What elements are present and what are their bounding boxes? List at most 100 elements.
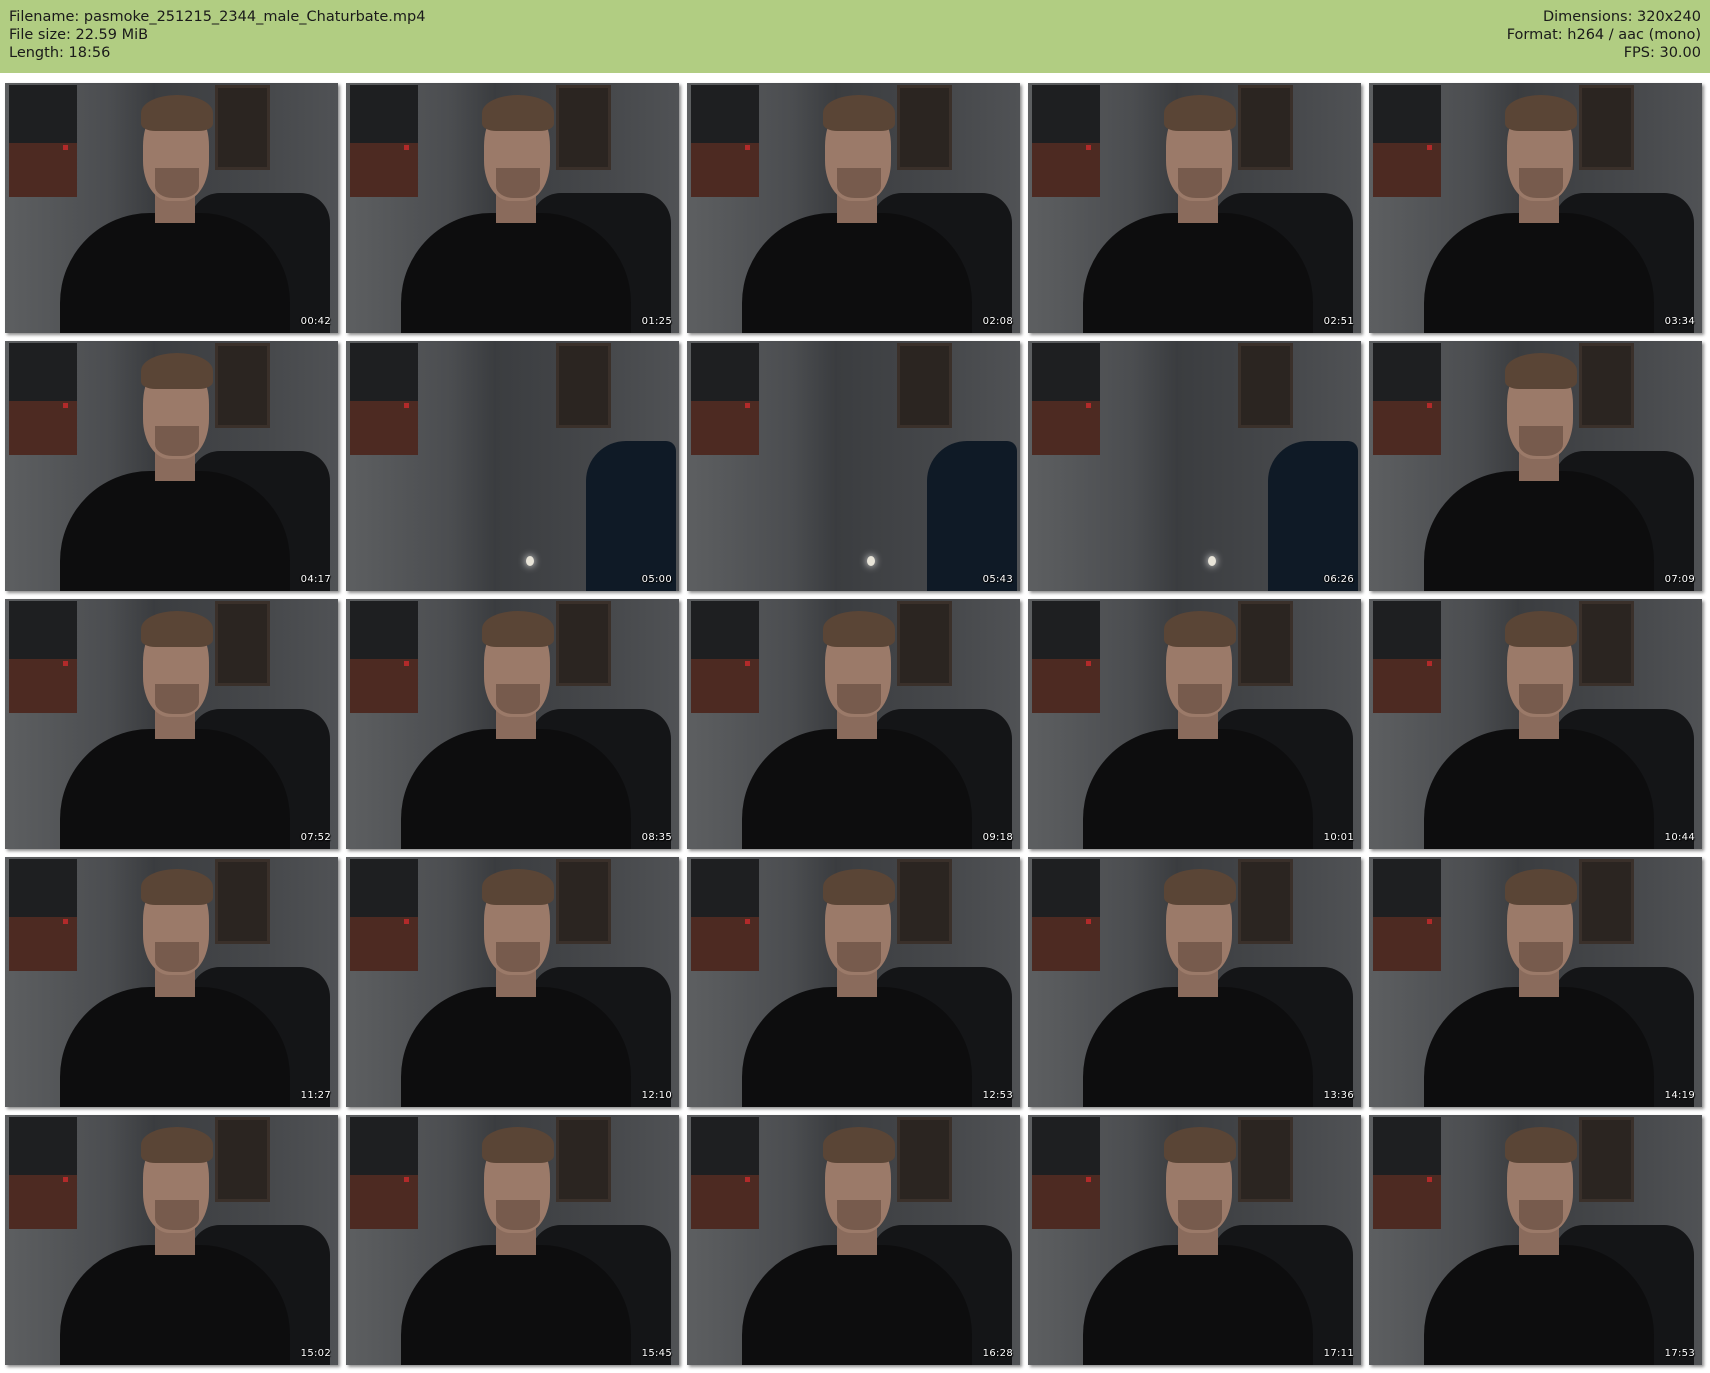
thumbnail-frame-image xyxy=(1164,95,1236,131)
thumbnail-frame-image xyxy=(404,919,409,924)
video-thumbnail[interactable]: 15:02 xyxy=(5,1115,338,1365)
thumbnail-frame-image xyxy=(1238,859,1293,944)
thumbnail-frame-image xyxy=(1032,143,1100,197)
video-thumbnail[interactable]: 08:35 xyxy=(346,599,679,849)
video-thumbnail[interactable]: 02:51 xyxy=(1028,83,1361,333)
thumbnail-frame-image xyxy=(1086,919,1091,924)
thumbnail-frame-image xyxy=(1238,1117,1293,1202)
thumbnail-frame-image xyxy=(1032,917,1100,971)
timestamp-label: 07:09 xyxy=(1664,574,1695,585)
thumbnail-frame-image xyxy=(1505,611,1577,647)
video-thumbnail[interactable]: 13:36 xyxy=(1028,857,1361,1107)
timestamp-label: 13:36 xyxy=(1323,1090,1354,1101)
thumbnail-frame-image xyxy=(897,1117,952,1202)
thumbnail-frame-image xyxy=(1268,441,1358,591)
thumbnail-frame-image xyxy=(1519,684,1563,714)
video-thumbnail[interactable]: 11:27 xyxy=(5,857,338,1107)
info-right: Dimensions: 320x240 Format: h264 / aac (… xyxy=(1507,8,1701,62)
timestamp-label: 11:27 xyxy=(300,1090,331,1101)
thumbnail-frame-image xyxy=(1086,1177,1091,1182)
video-thumbnail[interactable]: 05:43 xyxy=(687,341,1020,591)
thumbnail-frame-image xyxy=(837,684,881,714)
timestamp-label: 14:19 xyxy=(1664,1090,1695,1101)
thumbnail-frame-image xyxy=(63,661,68,666)
thumbnail-frame-image xyxy=(9,401,77,455)
thumbnail-frame-image xyxy=(141,353,213,389)
thumbnail-frame-image xyxy=(837,1200,881,1230)
timestamp-label: 05:43 xyxy=(982,574,1013,585)
video-thumbnail[interactable]: 17:53 xyxy=(1369,1115,1702,1365)
video-thumbnail[interactable]: 01:25 xyxy=(346,83,679,333)
thumbnail-frame-image xyxy=(1373,1175,1441,1229)
thumbnail-frame-image xyxy=(141,95,213,131)
thumbnail-frame-image xyxy=(1178,942,1222,972)
thumbnail-frame-image xyxy=(867,556,875,566)
thumbnail-frame-image xyxy=(141,611,213,647)
timestamp-label: 02:51 xyxy=(1323,316,1354,327)
thumbnail-frame-image xyxy=(1032,659,1100,713)
thumbnail-frame-image xyxy=(1164,869,1236,905)
video-thumbnail[interactable]: 12:53 xyxy=(687,857,1020,1107)
thumbnail-frame-image xyxy=(496,942,540,972)
thumbnail-frame-image xyxy=(1505,1127,1577,1163)
timestamp-label: 06:26 xyxy=(1323,574,1354,585)
thumbnail-frame-image xyxy=(1519,426,1563,456)
timestamp-label: 10:44 xyxy=(1664,832,1695,843)
thumbnail-frame-image xyxy=(927,441,1017,591)
video-thumbnail[interactable]: 10:01 xyxy=(1028,599,1361,849)
video-thumbnail[interactable]: 06:26 xyxy=(1028,341,1361,591)
thumbnail-frame-image xyxy=(496,684,540,714)
video-thumbnail[interactable]: 05:00 xyxy=(346,341,679,591)
thumbnail-frame-image xyxy=(556,85,611,170)
video-thumbnail[interactable]: 10:44 xyxy=(1369,599,1702,849)
thumbnail-frame-image xyxy=(691,1175,759,1229)
thumbnail-frame-image xyxy=(745,661,750,666)
thumbnail-frame-image xyxy=(837,942,881,972)
video-thumbnail[interactable]: 16:28 xyxy=(687,1115,1020,1365)
thumbnail-frame-image xyxy=(897,601,952,686)
video-thumbnail[interactable]: 07:52 xyxy=(5,599,338,849)
timestamp-label: 02:08 xyxy=(982,316,1013,327)
thumbnail-frame-image xyxy=(1579,601,1634,686)
thumbnail-frame-image xyxy=(9,1175,77,1229)
thumbnail-frame-image xyxy=(556,859,611,944)
thumbnail-frame-image xyxy=(63,919,68,924)
timestamp-label: 15:45 xyxy=(641,1348,672,1359)
thumbnail-frame-image xyxy=(404,145,409,150)
video-thumbnail[interactable]: 15:45 xyxy=(346,1115,679,1365)
thumbnail-frame-image xyxy=(482,1127,554,1163)
thumbnail-frame-image xyxy=(1427,661,1432,666)
thumbnail-frame-image xyxy=(1519,168,1563,198)
video-thumbnail[interactable]: 14:19 xyxy=(1369,857,1702,1107)
thumbnail-frame-image xyxy=(745,919,750,924)
timestamp-label: 03:34 xyxy=(1664,316,1695,327)
thumbnail-frame-image xyxy=(155,684,199,714)
video-thumbnail[interactable]: 02:08 xyxy=(687,83,1020,333)
thumbnail-frame-image xyxy=(1178,168,1222,198)
timestamp-label: 17:11 xyxy=(1323,1348,1354,1359)
thumbnail-frame-image xyxy=(496,1200,540,1230)
timestamp-label: 07:52 xyxy=(300,832,331,843)
thumbnail-frame-image xyxy=(1579,343,1634,428)
fps-label: FPS: 30.00 xyxy=(1623,45,1701,61)
thumbnail-frame-image xyxy=(404,661,409,666)
thumbnail-frame-image xyxy=(823,869,895,905)
thumbnail-frame-image xyxy=(586,441,676,591)
thumbnail-frame-image xyxy=(1427,145,1432,150)
video-thumbnail[interactable]: 07:09 xyxy=(1369,341,1702,591)
thumbnail-frame-image xyxy=(9,917,77,971)
video-thumbnail[interactable]: 00:42 xyxy=(5,83,338,333)
video-thumbnail[interactable]: 03:34 xyxy=(1369,83,1702,333)
timestamp-label: 01:25 xyxy=(641,316,672,327)
thumbnail-frame-image xyxy=(745,403,750,408)
thumbnail-frame-image xyxy=(63,1177,68,1182)
video-thumbnail[interactable]: 04:17 xyxy=(5,341,338,591)
video-thumbnail[interactable]: 12:10 xyxy=(346,857,679,1107)
thumbnail-frame-image xyxy=(1086,403,1091,408)
thumbnail-frame-image xyxy=(215,343,270,428)
thumbnail-frame-image xyxy=(350,401,418,455)
video-thumbnail[interactable]: 17:11 xyxy=(1028,1115,1361,1365)
timestamp-label: 05:00 xyxy=(641,574,672,585)
video-thumbnail[interactable]: 09:18 xyxy=(687,599,1020,849)
thumbnail-frame-image xyxy=(496,168,540,198)
